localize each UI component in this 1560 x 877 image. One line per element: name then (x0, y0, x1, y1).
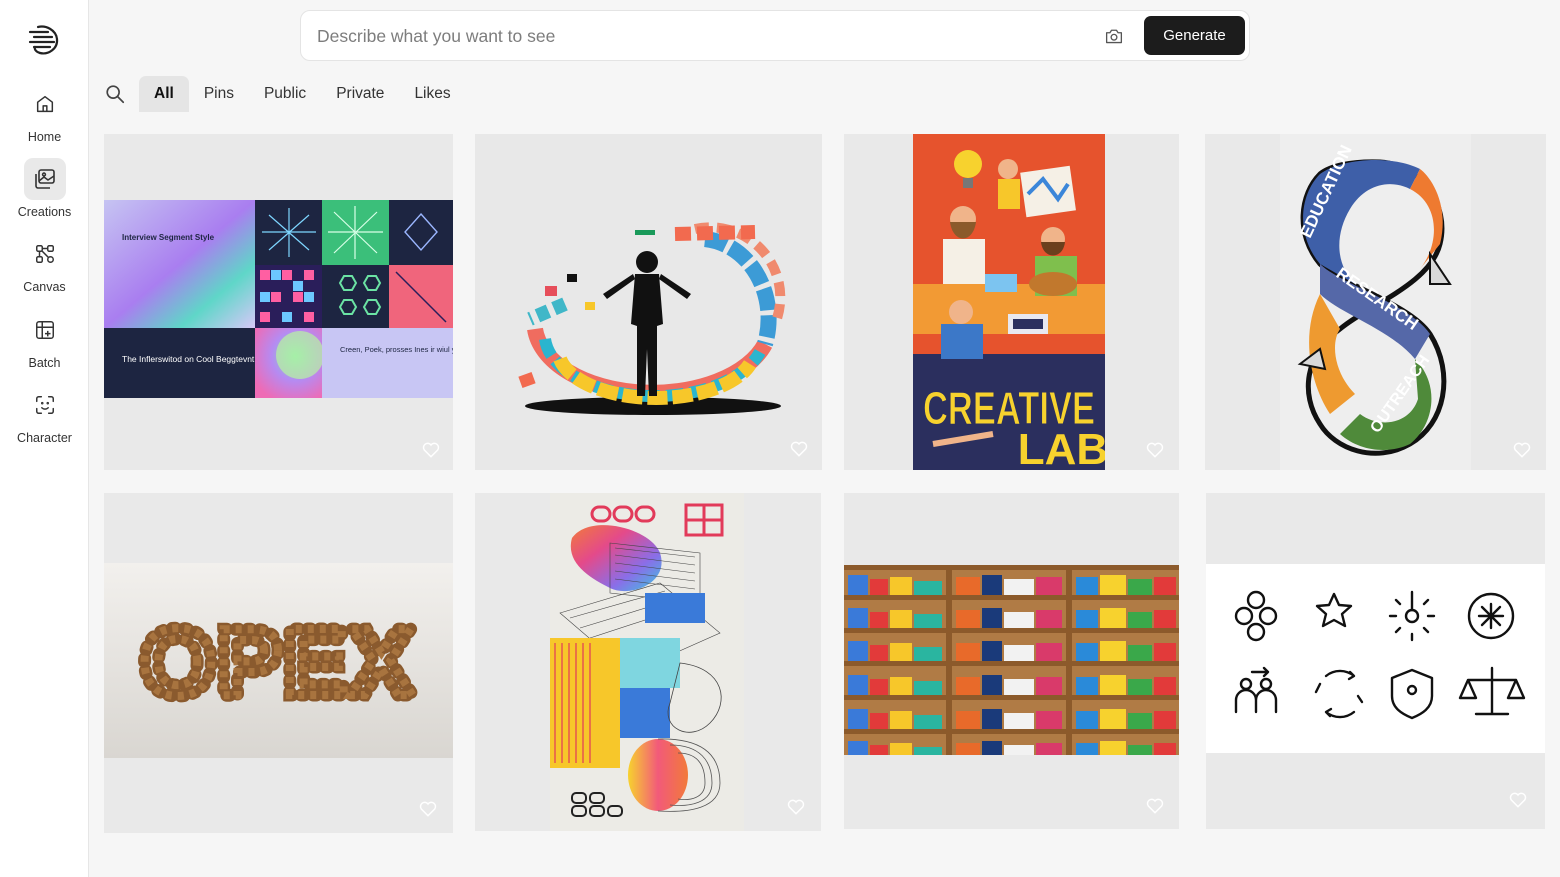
home-icon (24, 83, 66, 125)
card-text: LAB (1018, 425, 1105, 470)
prompt-bar: Generate (300, 10, 1250, 61)
face-scan-icon (24, 384, 66, 426)
sidebar-item-label: Batch (28, 356, 61, 370)
card-image (844, 565, 1179, 755)
card-image: CREATIVE LAB (913, 134, 1105, 470)
sidebar: Home Creations Canvas Batch Character (0, 0, 89, 877)
card-text: The Inflerswitod on Cool Beggtevnt (122, 354, 255, 364)
like-heart-icon[interactable] (421, 440, 441, 460)
sidebar-item-creations[interactable]: Creations (0, 158, 89, 219)
batch-grid-icon (24, 309, 66, 351)
like-heart-icon[interactable] (786, 797, 806, 817)
tab-private[interactable]: Private (321, 76, 399, 112)
sidebar-item-label: Canvas (23, 280, 66, 294)
main-content: Generate All Pins Public Private Likes (89, 0, 1560, 877)
card-image (518, 222, 786, 415)
tab-public[interactable]: Public (249, 76, 321, 112)
tab-all[interactable]: All (139, 76, 189, 112)
like-heart-icon[interactable] (418, 799, 438, 819)
brand-logo-icon[interactable] (26, 22, 62, 58)
filter-tabs: All Pins Public Private Likes (103, 76, 466, 112)
sidebar-item-label: Home (27, 130, 62, 144)
gallery-card-icon-set[interactable] (1206, 493, 1545, 829)
card-image (1206, 564, 1545, 753)
like-heart-icon[interactable] (789, 439, 809, 459)
sidebar-item-character[interactable]: Character (0, 384, 89, 445)
gallery-card-interview-segment[interactable]: Interview Segment Style The Inflerswitod… (104, 134, 453, 470)
sidebar-item-home[interactable]: Home (0, 83, 89, 144)
gallery-card-abstract-poster[interactable] (475, 493, 821, 831)
canvas-nodes-icon (24, 233, 66, 275)
gallery-card-opex[interactable]: OPEX OPEX (104, 493, 453, 833)
card-image (550, 493, 744, 831)
card-image: EDUCATION RESEARCH OUTREACH (1280, 134, 1471, 470)
card-text: Interview Segment Style (122, 233, 215, 242)
like-heart-icon[interactable] (1145, 440, 1165, 460)
images-icon (23, 158, 66, 200)
sidebar-item-canvas[interactable]: Canvas (0, 233, 89, 294)
like-heart-icon[interactable] (1508, 790, 1528, 810)
tab-pins[interactable]: Pins (189, 76, 249, 112)
sidebar-item-label: Creations (17, 205, 72, 219)
search-icon[interactable] (103, 82, 127, 106)
gallery-card-creative-lab[interactable]: CREATIVE LAB (844, 134, 1179, 470)
sidebar-item-label: Character (17, 431, 72, 445)
card-text-shading: OPEX (141, 609, 416, 716)
card-image: Interview Segment Style The Inflerswitod… (104, 200, 453, 398)
card-image: OPEX OPEX (104, 563, 453, 758)
card-text: Creen, Poek, prosses Ines ir wiul yiag i… (340, 345, 453, 354)
tab-likes[interactable]: Likes (399, 76, 465, 112)
sidebar-item-batch[interactable]: Batch (0, 309, 89, 370)
gallery-card-education-research[interactable]: EDUCATION RESEARCH OUTREACH (1205, 134, 1546, 470)
gallery-card-silhouette-ring[interactable] (475, 134, 822, 470)
like-heart-icon[interactable] (1512, 440, 1532, 460)
like-heart-icon[interactable] (1145, 796, 1165, 816)
generate-button[interactable]: Generate (1144, 16, 1245, 55)
camera-icon[interactable] (1103, 25, 1125, 47)
gallery-card-bookshelf[interactable] (844, 493, 1179, 829)
prompt-input[interactable] (317, 21, 1077, 51)
